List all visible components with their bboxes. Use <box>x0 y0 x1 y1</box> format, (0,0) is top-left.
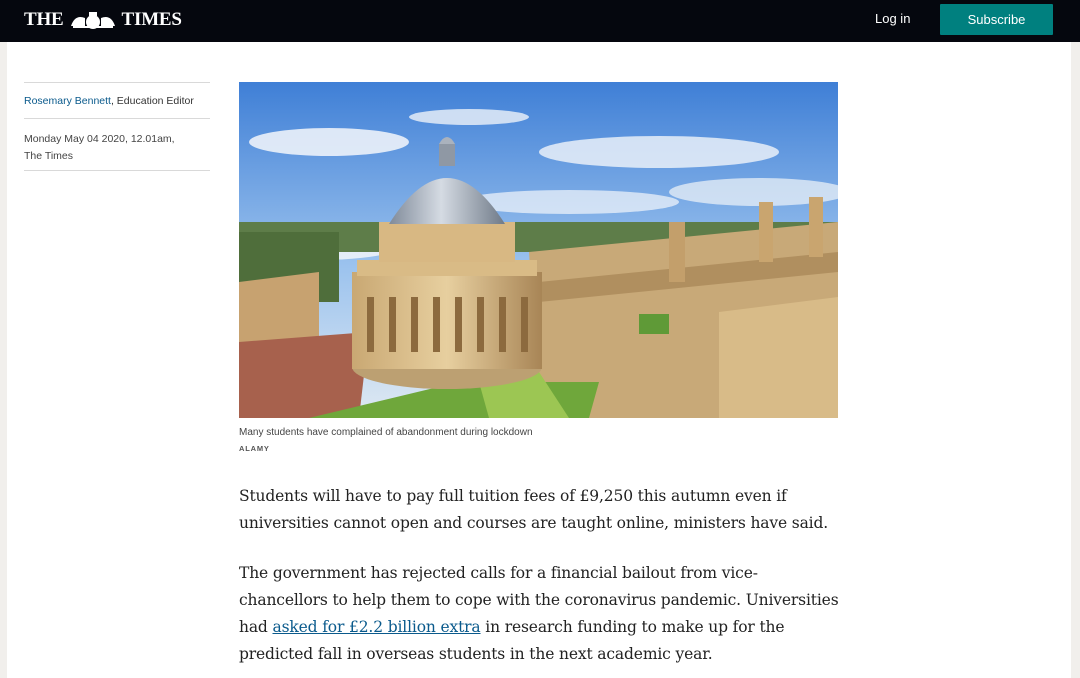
image-caption: Many students have complained of abandon… <box>239 427 533 438</box>
login-link[interactable]: Log in <box>875 11 910 26</box>
author-link[interactable]: Rosemary Bennett <box>24 95 111 107</box>
article-paragraph-2: The government has rejected calls for a … <box>239 560 839 668</box>
author-role: , Education Editor <box>110 95 194 107</box>
divider <box>24 82 210 83</box>
bailout-request-link[interactable]: asked for £2.2 billion extra <box>272 618 480 636</box>
masthead-the: THE <box>24 9 64 30</box>
publish-date: Monday May 04 2020, 12.01am, The Times <box>24 131 214 165</box>
date-line: Monday May 04 2020, 12.01am, <box>24 133 175 145</box>
article-paragraph-1: Students will have to pay full tuition f… <box>239 487 829 532</box>
divider <box>24 170 210 171</box>
divider <box>24 118 210 119</box>
publication-line: The Times <box>24 150 74 162</box>
image-credit: ALAMY <box>239 444 270 453</box>
masthead-times: TIMES <box>121 9 182 30</box>
royal-crest-icon <box>70 12 115 29</box>
hero-image <box>239 82 838 418</box>
masthead-logo[interactable]: THE TIMES <box>24 8 182 32</box>
top-bar: THE TIMES Log in Subscribe <box>0 0 1080 42</box>
byline-author: Rosemary Bennett, Education Editor <box>24 95 194 107</box>
subscribe-button[interactable]: Subscribe <box>940 4 1053 35</box>
